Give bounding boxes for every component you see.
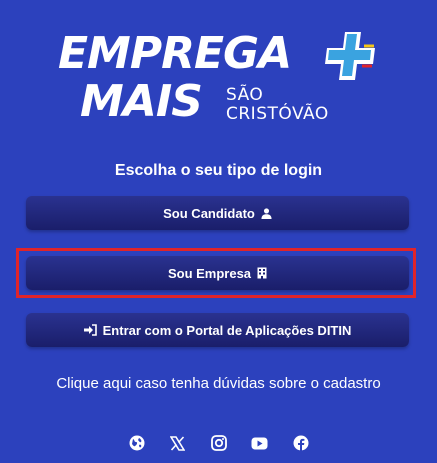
brand-logo: EMPREGA MAIS SÃO CRISTÓVÃO (52, 28, 382, 138)
portal-ditin-login-button[interactable]: Entrar com o Portal de Aplicações DITIN (26, 313, 409, 347)
candidate-button-label: Sou Candidato (163, 205, 255, 221)
brand-sub-line1: SÃO (226, 85, 264, 105)
facebook-icon[interactable] (292, 434, 310, 452)
youtube-icon[interactable] (251, 434, 269, 452)
instagram-icon[interactable] (210, 434, 228, 452)
company-login-button[interactable]: Sou Empresa (26, 256, 409, 290)
user-icon (261, 207, 272, 219)
social-links (0, 434, 437, 452)
brand-sub-line2: CRISTÓVÃO (226, 104, 329, 124)
brand-subtitle: SÃO CRISTÓVÃO (226, 86, 329, 124)
building-icon (257, 267, 267, 279)
registration-help-link[interactable]: Clique aqui caso tenha dúvidas sobre o c… (0, 372, 437, 396)
page-title: Escolha o seu tipo de login (114, 162, 323, 179)
company-button-label: Sou Empresa (167, 265, 252, 281)
portal-button-label: Entrar com o Portal de Aplicações DITIN (102, 322, 352, 338)
brand-line2: MAIS (80, 76, 203, 127)
brand-line1: EMPREGA (58, 28, 292, 79)
x-icon[interactable] (169, 434, 187, 452)
globe-icon[interactable] (128, 434, 146, 452)
candidate-login-button[interactable]: Sou Candidato (26, 196, 409, 230)
plus-logo-icon (325, 32, 375, 80)
sign-in-icon (83, 324, 97, 336)
